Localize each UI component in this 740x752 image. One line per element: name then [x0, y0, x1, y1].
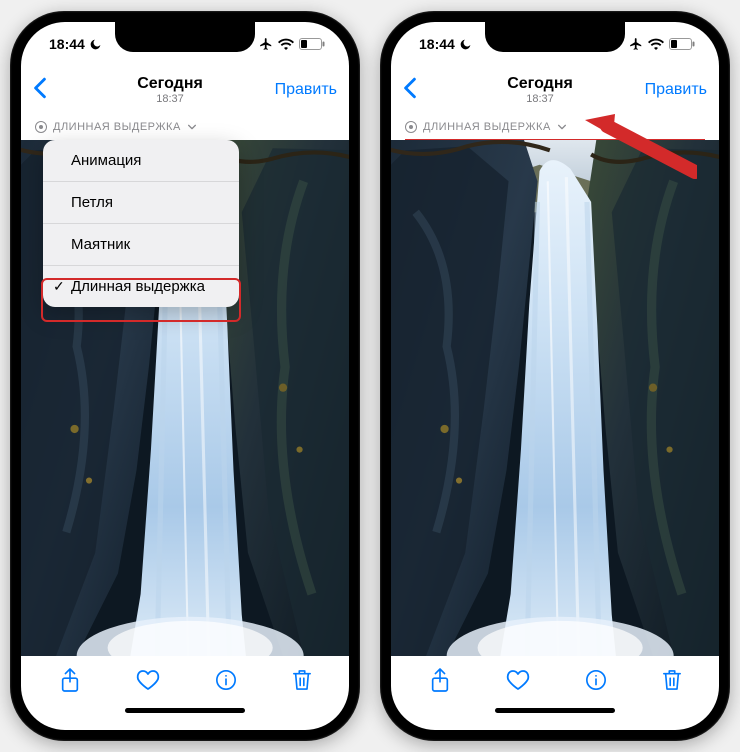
nav-title: Сегодня	[137, 75, 203, 93]
dropdown-item-bounce[interactable]: Маятник	[43, 224, 239, 266]
dropdown-item-animation[interactable]: Анимация	[43, 140, 239, 182]
chevron-down-icon	[187, 122, 197, 132]
back-button[interactable]	[33, 77, 73, 104]
annotation-arrow-icon	[577, 112, 697, 182]
home-indicator[interactable]	[391, 708, 719, 730]
effect-dropdown: Анимация Петля Маятник Длинная выдержка	[43, 140, 239, 307]
bottom-toolbar	[391, 656, 719, 708]
phone-mockup-left: 18:44 Сегодня 18:37 Править ДЛИННАЯ ВЫД	[10, 11, 360, 741]
nav-title: Сегодня	[507, 75, 573, 93]
edit-button[interactable]: Править	[267, 81, 337, 99]
battery-icon	[299, 38, 325, 50]
notch	[485, 22, 625, 52]
status-time: 18:44	[419, 36, 455, 52]
favorite-button[interactable]	[136, 669, 160, 696]
effect-label: ДЛИННАЯ ВЫДЕРЖКА	[53, 121, 181, 133]
back-button[interactable]	[403, 77, 443, 104]
nav-subtitle: 18:37	[137, 93, 203, 105]
status-time: 18:44	[49, 36, 85, 52]
wifi-icon	[278, 38, 294, 50]
nav-bar: Сегодня 18:37 Править	[391, 66, 719, 114]
nav-subtitle: 18:37	[507, 93, 573, 105]
effect-selector[interactable]: ДЛИННАЯ ВЫДЕРЖКА	[21, 114, 349, 140]
live-photo-icon	[405, 121, 417, 133]
status-right	[629, 37, 695, 51]
phone-mockup-right: 18:44 Сегодня 18:37 Править ДЛИННАЯ ВЫДЕ…	[380, 11, 730, 741]
nav-bar: Сегодня 18:37 Править	[21, 66, 349, 114]
screen: 18:44 Сегодня 18:37 Править ДЛИННАЯ ВЫДЕ…	[391, 22, 719, 730]
dropdown-item-loop[interactable]: Петля	[43, 182, 239, 224]
airplane-icon	[629, 37, 643, 51]
favorite-button[interactable]	[506, 669, 530, 696]
airplane-icon	[259, 37, 273, 51]
share-button[interactable]	[429, 667, 451, 698]
live-photo-icon	[35, 121, 47, 133]
bottom-toolbar	[21, 656, 349, 708]
status-right	[259, 37, 325, 51]
screen: 18:44 Сегодня 18:37 Править ДЛИННАЯ ВЫД	[21, 22, 349, 730]
wifi-icon	[648, 38, 664, 50]
info-button[interactable]	[585, 669, 607, 696]
notch	[115, 22, 255, 52]
nav-title-block: Сегодня 18:37	[507, 75, 573, 105]
effect-label: ДЛИННАЯ ВЫДЕРЖКА	[423, 121, 551, 133]
moon-icon	[89, 38, 102, 51]
moon-icon	[459, 38, 472, 51]
battery-icon	[669, 38, 695, 50]
photo-content	[391, 140, 719, 656]
delete-button[interactable]	[292, 668, 312, 697]
info-button[interactable]	[215, 669, 237, 696]
delete-button[interactable]	[662, 668, 682, 697]
share-button[interactable]	[59, 667, 81, 698]
photo-viewer[interactable]	[391, 140, 719, 656]
chevron-down-icon	[557, 122, 567, 132]
dropdown-item-long-exposure[interactable]: Длинная выдержка	[43, 266, 239, 307]
edit-button[interactable]: Править	[637, 81, 707, 99]
nav-title-block: Сегодня 18:37	[137, 75, 203, 105]
home-indicator[interactable]	[21, 708, 349, 730]
